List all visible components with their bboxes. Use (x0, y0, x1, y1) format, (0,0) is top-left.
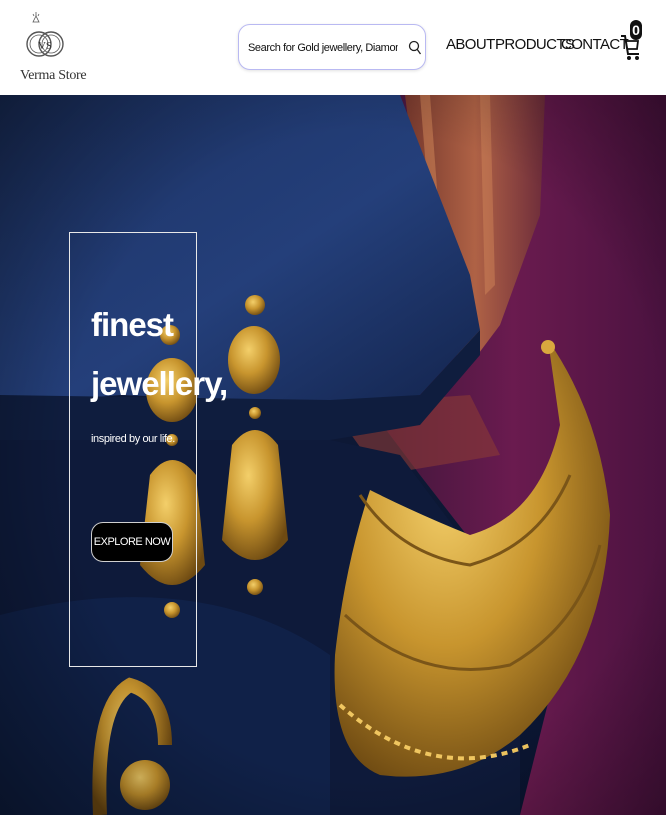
search-icon[interactable] (408, 40, 422, 56)
site-header: VS Verma Store ABOUT PRODUCTS CONTACT 0 (0, 0, 666, 95)
brand-name: Verma Store (20, 68, 87, 83)
cart-button[interactable]: 0 (619, 20, 645, 64)
hero-banner: finest jewellery, inspired by our life. … (0, 95, 666, 815)
nav-about-link[interactable]: ABOUT (446, 36, 495, 53)
rings-logo-icon: VS (26, 12, 64, 57)
hero-subtitle: inspired by our life. (91, 433, 175, 445)
hero-title: finest jewellery, (91, 295, 228, 413)
search-input[interactable] (248, 38, 398, 58)
logo-monogram: VS (38, 40, 52, 52)
brand-logo[interactable]: VS Verma Store (20, 8, 87, 88)
search-bar (238, 24, 426, 70)
explore-now-button[interactable]: EXPLORE NOW (91, 522, 173, 562)
hero-title-line-1: finest (91, 306, 174, 343)
hero-card: finest jewellery, inspired by our life. … (69, 232, 228, 667)
hero-title-line-2: jewellery, (91, 365, 228, 402)
cart-count-badge: 0 (630, 20, 642, 40)
